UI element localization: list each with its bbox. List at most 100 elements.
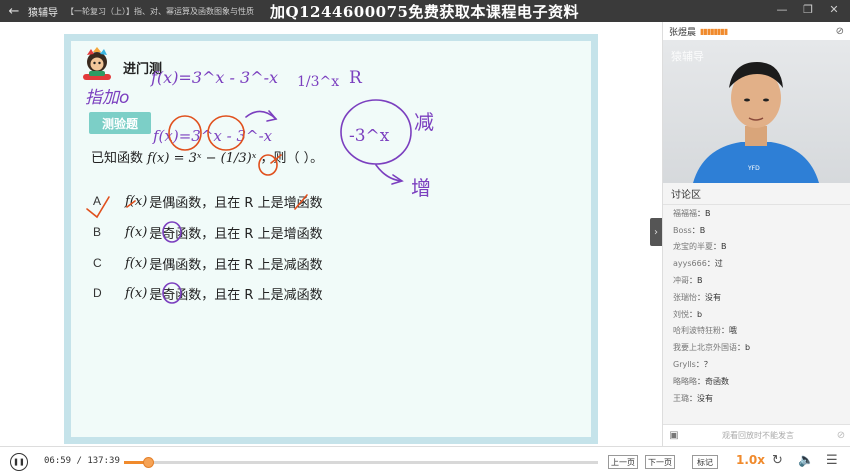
chat-username: Boss: [673, 225, 692, 235]
chat-username: 龙宝的半夏: [673, 242, 713, 252]
chat-message: 我要上北京外国语 ：b: [673, 339, 850, 356]
svg-text:YFD: YFD: [747, 165, 760, 172]
monkey-mascot-icon: [83, 47, 111, 80]
replay-icon[interactable]: ↻: [772, 453, 783, 468]
teacher-bar: 张煜晨 ▮▮▮▮▮▮▮▮ ⊘: [663, 22, 850, 40]
chat-username: 福福福: [673, 208, 697, 218]
option-function: f(x): [125, 224, 148, 240]
next-page-button[interactable]: 下一页: [645, 455, 675, 469]
ink-arrow: [375, 164, 402, 182]
ink-line-2: f(x)=3^x - 3^-x: [152, 127, 273, 145]
chat-text: ：B: [689, 276, 703, 286]
chat-username: 哈利波特狂粉: [673, 326, 721, 336]
mark-button[interactable]: 标记: [692, 455, 718, 469]
close-icon[interactable]: ✕: [824, 3, 844, 16]
option-d[interactable]: D f(x) 是奇函数，且在 R 上是减函数: [93, 283, 323, 303]
chat-username: 我要上北京外国语: [673, 343, 737, 353]
question-suffix: ，则（ ）。: [260, 151, 324, 166]
chat-text: ：B: [697, 208, 711, 218]
chat-input-placeholder: 观看回放时不能发言: [722, 431, 794, 440]
option-function: f(x): [125, 285, 148, 301]
player-window: ← 猿辅导 【一轮复习（上）】指、对、幂运算及函数图象与性质 加Q1244600…: [0, 0, 850, 476]
chat-text: ：奇函数: [697, 376, 729, 386]
chat-text: ：B: [691, 225, 706, 235]
chat-username: 刘悦: [673, 309, 689, 319]
ink-circle-big: [340, 99, 412, 165]
chat-message: Nidx：B: [673, 407, 850, 410]
chat-message: Grylls：？: [673, 356, 850, 373]
option-text: 是奇函数，且在 R 上是减函数: [149, 287, 323, 303]
option-a[interactable]: A f(x) 是偶函数，且在 R 上是增函数: [93, 191, 323, 211]
prev-page-button[interactable]: 上一页: [608, 455, 638, 469]
chat-message: 龙宝的半夏 ：B: [673, 239, 850, 256]
progress-bar[interactable]: [124, 457, 598, 468]
option-letter: C: [93, 256, 102, 270]
ink-decrease: 减: [414, 110, 434, 134]
collapse-panel-button[interactable]: ›: [650, 218, 662, 246]
ink-fraction: 1/3^x: [297, 74, 339, 90]
menu-icon[interactable]: ☰: [826, 453, 838, 468]
app-name: 猿辅导: [28, 7, 58, 19]
right-panel: 张煜晨 ▮▮▮▮▮▮▮▮ ⊘ 猿辅导 YFD 讨论区 福福福 ：B Boss ：B 龙宝…: [662, 22, 850, 446]
ink-r-label: R: [349, 68, 363, 88]
playback-controls: ❚❚ 06:59 / 137:39 上一页 下一页 标记 1.0x ↻ 🔈 ☰: [0, 446, 850, 476]
chat-message-list[interactable]: 福福福 ：B Boss ：B 龙宝的半夏 ：B ayys666 ：过 冲哥 ：B 张瑞怡 ：没有 刘悦：…: [663, 205, 850, 410]
progress-knob[interactable]: [143, 457, 155, 468]
option-function: f(x): [125, 255, 148, 271]
chat-message: ayys666 ：过: [673, 255, 850, 272]
chat-message: 王璐 ：没有: [673, 390, 850, 407]
chat-text: ：没有: [689, 393, 713, 403]
question-text: 已知函数 f(x) = 3ˣ − (1/3)ˣ ，则（ ）。: [91, 147, 323, 166]
option-letter: A: [93, 194, 102, 208]
chat-username: ayys666: [673, 259, 707, 269]
courseware-stage: 进门测 测验题 已知函数 f(x) = 3ˣ − (1/3)ˣ ，则（ ）。 A…: [0, 22, 662, 446]
chat-title: 讨论区: [663, 183, 850, 205]
chat-message: 冲哥 ：B: [673, 272, 850, 289]
teacher-video: 猿辅导 YFD: [663, 40, 850, 183]
option-c[interactable]: C f(x) 是偶函数，且在 R 上是减函数: [93, 253, 323, 273]
chat-input-bar: ▣ 观看回放时不能发言 ⊘: [663, 424, 850, 446]
ink-note-left: 指加o: [85, 88, 129, 108]
chat-message: 福福福 ：B: [673, 205, 850, 222]
back-arrow-icon[interactable]: ←: [0, 4, 28, 19]
slide-title: 进门测: [123, 62, 163, 77]
volume-icon[interactable]: 🔈: [798, 453, 814, 468]
option-function: f(x): [125, 193, 148, 209]
chat-message: 张瑞怡 ：没有: [673, 289, 850, 306]
chat-username: 张瑞怡: [673, 292, 697, 302]
time-display: 06:59 / 137:39: [44, 456, 120, 466]
option-b[interactable]: B f(x) 是奇函数，且在 R 上是增函数: [93, 222, 323, 242]
chat-username: 略略略: [673, 376, 697, 386]
quiz-tag: 测验题: [89, 112, 151, 134]
ink-arc-head: [266, 110, 278, 122]
ink-increase: 增: [411, 176, 431, 200]
chat-text: ：b: [689, 309, 703, 319]
chat-text: ：哦: [721, 326, 737, 336]
option-text: 是奇函数，且在 R 上是增函数: [149, 226, 323, 242]
chat-message: 略略略 ：奇函数: [673, 373, 850, 390]
chat-text: ：B: [691, 409, 705, 410]
image-icon[interactable]: ▣: [663, 430, 685, 441]
chat-username: 王璐: [673, 393, 689, 403]
question-prefix: 已知函数: [91, 151, 144, 166]
minimize-icon[interactable]: —: [772, 3, 792, 16]
chat-text: ：过: [706, 259, 723, 269]
ink-red-circle-2: [207, 115, 245, 151]
chat-message: Boss ：B: [673, 222, 850, 239]
restore-icon[interactable]: ❐: [798, 3, 818, 16]
speed-button[interactable]: 1.0x: [736, 453, 765, 467]
pause-icon[interactable]: ❚❚: [10, 453, 28, 471]
option-text: 是偶函数，且在 R 上是增函数: [149, 195, 323, 211]
title-bar: ← 猿辅导 【一轮复习（上）】指、对、幂运算及函数图象与性质 加Q1244600…: [0, 0, 850, 22]
promo-banner: 加Q1244600075免费获取本课程电子资料: [270, 3, 579, 21]
chat-text: ：没有: [697, 292, 721, 302]
camera-off-icon[interactable]: ⊘: [836, 26, 844, 37]
chat-message: 哈利波特狂粉 ：哦: [673, 323, 850, 340]
ink-arc: [245, 110, 277, 120]
chat-text: ：B: [713, 242, 727, 252]
chat-message: 刘悦 ：b: [673, 306, 850, 323]
signal-strength-icon: ▮▮▮▮▮▮▮▮: [700, 26, 728, 36]
ink-line-1: f(x)=3^x - 3^-x: [150, 68, 278, 87]
course-title: 【一轮复习（上）】指、对、幂运算及函数图象与性质: [66, 6, 254, 16]
teacher-figure: YFD: [693, 62, 819, 183]
